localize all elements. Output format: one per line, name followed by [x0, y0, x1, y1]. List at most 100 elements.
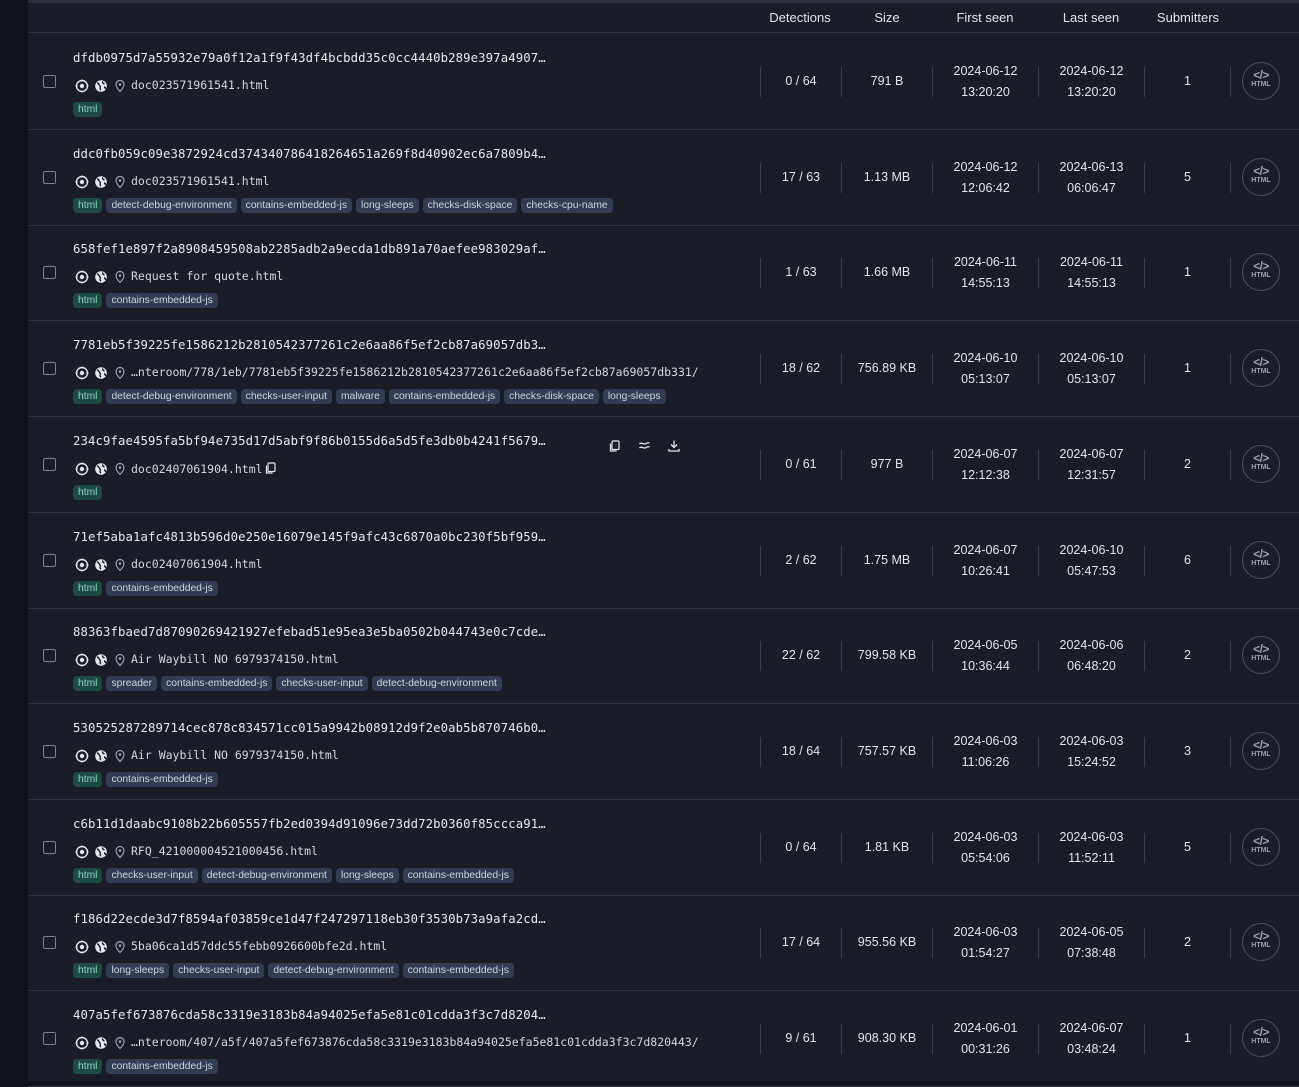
- copy-name-icon[interactable]: [264, 461, 278, 478]
- html-filetype-icon[interactable]: </> HTML: [1242, 1019, 1280, 1057]
- table-row[interactable]: 658fef1e897f2a8908459508ab2285adb2a9ecda…: [28, 225, 1299, 322]
- tag[interactable]: contains-embedded-js: [240, 197, 352, 213]
- row-checkbox[interactable]: [43, 649, 56, 663]
- tag[interactable]: html: [73, 963, 103, 979]
- file-hash-link[interactable]: 234c9fae4595fa5bf94e735d17d5abf9f86b0155…: [73, 434, 546, 448]
- tag[interactable]: detect-debug-environment: [201, 867, 332, 883]
- table-row[interactable]: f186d22ecde3d7f8594af03859ce1d47f2472971…: [28, 895, 1299, 992]
- tag[interactable]: html: [73, 867, 103, 883]
- tag[interactable]: contains-embedded-js: [106, 293, 218, 309]
- file-hash-link[interactable]: 658fef1e897f2a8908459508ab2285adb2a9ecda…: [73, 242, 546, 256]
- header-first-seen[interactable]: First seen: [935, 10, 1035, 25]
- file-hash-link[interactable]: 407a5fef673876cda58c3319e3183b84a94025ef…: [73, 1008, 546, 1022]
- file-hash-link[interactable]: ddc0fb059c09e3872924cd374340786418264651…: [73, 147, 546, 161]
- detections-ratio[interactable]: 0 / 61: [761, 457, 841, 471]
- tag[interactable]: html: [73, 102, 103, 117]
- tag[interactable]: contains-embedded-js: [402, 963, 514, 979]
- html-filetype-icon[interactable]: </> HTML: [1242, 157, 1280, 196]
- tag[interactable]: checks-cpu-name: [521, 197, 613, 213]
- tag[interactable]: checks-user-input: [173, 963, 265, 979]
- tag[interactable]: contains-embedded-js: [388, 389, 501, 405]
- html-filetype-icon[interactable]: </> HTML: [1242, 444, 1280, 483]
- table-row[interactable]: 7781eb5f39225fe1586212b2810542377261c2e6…: [28, 321, 1299, 418]
- detections-ratio[interactable]: 22 / 62: [761, 648, 841, 662]
- detections-ratio[interactable]: 18 / 64: [761, 744, 841, 758]
- table-row[interactable]: 71ef5aba1afc4813b596d0e250e16079e145f9af…: [28, 513, 1299, 609]
- file-hash-link[interactable]: f186d22ecde3d7f8594af03859ce1d47f2472971…: [73, 912, 546, 926]
- row-checkbox[interactable]: [43, 1032, 56, 1045]
- file-hash-link[interactable]: dfdb0975d7a55932e79a0f12a1f9f43df4bcbdd3…: [73, 51, 546, 65]
- tag[interactable]: contains-embedded-js: [402, 867, 514, 883]
- detections-ratio[interactable]: 0 / 64: [761, 74, 841, 88]
- tag[interactable]: checks-disk-space: [422, 197, 518, 213]
- detections-ratio[interactable]: 1 / 63: [761, 265, 841, 279]
- row-checkbox[interactable]: [43, 266, 56, 280]
- file-hash-link[interactable]: 88363fbaed7d87090269421927efebad51e95ea3…: [73, 625, 546, 639]
- table-row[interactable]: ddc0fb059c09e3872924cd374340786418264651…: [28, 130, 1299, 226]
- tag[interactable]: long-sleeps: [335, 867, 399, 883]
- detections-ratio[interactable]: 9 / 61: [761, 1031, 841, 1045]
- tag[interactable]: detect-debug-environment: [371, 676, 502, 692]
- tag[interactable]: contains-embedded-js: [106, 771, 218, 787]
- tag[interactable]: spreader: [106, 676, 158, 692]
- html-filetype-icon[interactable]: </> HTML: [1242, 62, 1280, 100]
- table-row[interactable]: dfdb0975d7a55932e79a0f12a1f9f43df4bcbdd3…: [28, 34, 1299, 130]
- tag[interactable]: malware: [335, 389, 385, 405]
- detections-ratio[interactable]: 18 / 62: [761, 361, 841, 375]
- tag[interactable]: long-sleeps: [355, 197, 419, 213]
- tag[interactable]: detect-debug-environment: [268, 963, 399, 979]
- detections-ratio[interactable]: 0 / 64: [761, 840, 841, 854]
- tag[interactable]: checks-disk-space: [504, 389, 599, 405]
- file-hash-link[interactable]: 7781eb5f39225fe1586212b2810542377261c2e6…: [73, 338, 546, 352]
- html-filetype-icon[interactable]: </> HTML: [1242, 540, 1280, 579]
- header-last-seen[interactable]: Last seen: [1041, 10, 1141, 25]
- row-checkbox[interactable]: [43, 75, 56, 88]
- tag[interactable]: html: [73, 676, 103, 692]
- tag[interactable]: checks-user-input: [106, 867, 198, 883]
- tag[interactable]: detect-debug-environment: [106, 197, 237, 213]
- row-checkbox[interactable]: [43, 936, 56, 950]
- file-hash-link[interactable]: 71ef5aba1afc4813b596d0e250e16079e145f9af…: [73, 530, 546, 544]
- detections-ratio[interactable]: 17 / 63: [761, 170, 841, 184]
- tag[interactable]: long-sleeps: [106, 963, 170, 979]
- html-filetype-icon[interactable]: </> HTML: [1242, 827, 1280, 866]
- header-detections[interactable]: Detections: [750, 10, 850, 25]
- row-checkbox[interactable]: [43, 170, 56, 184]
- table-row[interactable]: 407a5fef673876cda58c3319e3183b84a94025ef…: [28, 991, 1299, 1087]
- table-row[interactable]: 234c9fae4595fa5bf94e735d17d5abf9f86b0155…: [28, 417, 1299, 513]
- detections-ratio[interactable]: 17 / 64: [761, 935, 841, 949]
- file-hash-link[interactable]: c6b11d1daabc9108b22b605557fb2ed0394d9109…: [73, 817, 546, 831]
- tag[interactable]: contains-embedded-js: [106, 1059, 218, 1074]
- copy-hash-icon[interactable]: [608, 439, 622, 453]
- row-checkbox[interactable]: [43, 840, 56, 854]
- tag[interactable]: html: [73, 1059, 103, 1074]
- html-filetype-icon[interactable]: </> HTML: [1242, 636, 1280, 675]
- html-filetype-icon[interactable]: </> HTML: [1242, 923, 1280, 962]
- table-row[interactable]: c6b11d1daabc9108b22b605557fb2ed0394d9109…: [28, 800, 1299, 896]
- row-checkbox[interactable]: [43, 457, 56, 471]
- detections-ratio[interactable]: 2 / 62: [761, 553, 841, 567]
- tag[interactable]: detect-debug-environment: [106, 389, 237, 405]
- html-filetype-icon[interactable]: </> HTML: [1242, 349, 1280, 388]
- tag[interactable]: html: [73, 771, 103, 787]
- tag[interactable]: html: [73, 293, 103, 309]
- table-row[interactable]: 88363fbaed7d87090269421927efebad51e95ea3…: [28, 608, 1299, 705]
- table-row[interactable]: 530525287289714cec878c834571cc015a9942b0…: [28, 704, 1299, 800]
- header-size[interactable]: Size: [847, 10, 927, 25]
- row-checkbox[interactable]: [43, 362, 56, 376]
- tag[interactable]: long-sleeps: [602, 389, 666, 405]
- tag[interactable]: html: [73, 197, 103, 213]
- file-hash-link[interactable]: 530525287289714cec878c834571cc015a9942b0…: [73, 721, 546, 735]
- tag[interactable]: contains-embedded-js: [161, 676, 273, 692]
- tag[interactable]: html: [73, 484, 103, 500]
- header-submitters[interactable]: Submitters: [1138, 10, 1238, 25]
- download-icon[interactable]: [667, 439, 681, 453]
- row-checkbox[interactable]: [43, 744, 56, 758]
- tag[interactable]: checks-user-input: [276, 676, 368, 692]
- tag[interactable]: contains-embedded-js: [106, 580, 218, 596]
- tag[interactable]: html: [73, 389, 103, 405]
- row-checkbox[interactable]: [43, 553, 56, 567]
- similar-files-icon[interactable]: [638, 439, 652, 453]
- tag[interactable]: html: [73, 580, 103, 596]
- html-filetype-icon[interactable]: </> HTML: [1242, 253, 1280, 292]
